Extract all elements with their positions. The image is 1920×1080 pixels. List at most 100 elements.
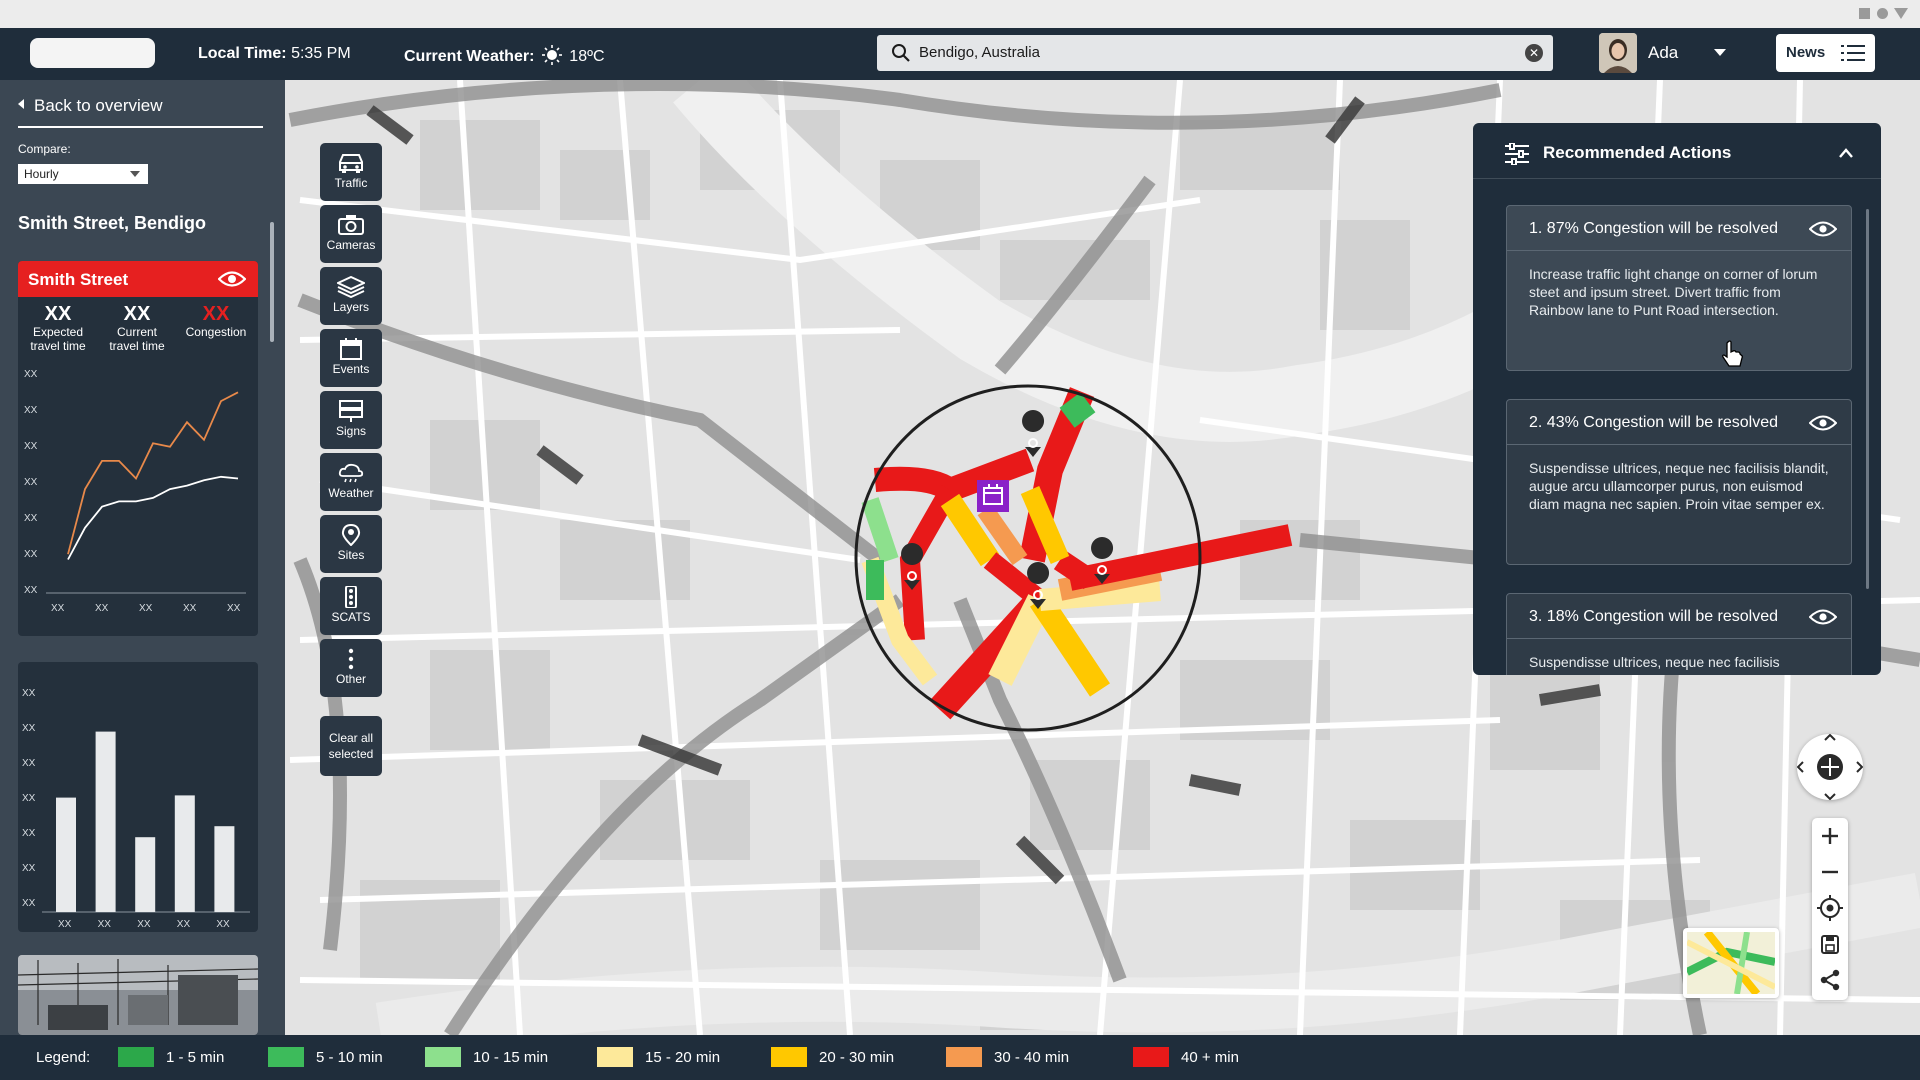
zoom-in-button[interactable] xyxy=(1812,818,1848,854)
back-label: Back to overview xyxy=(34,96,163,115)
crosshair-icon xyxy=(1817,895,1843,921)
news-button[interactable]: News xyxy=(1776,34,1875,72)
street-card-header: Smith Street xyxy=(18,261,258,297)
tool-other[interactable]: Other xyxy=(320,639,382,697)
eye-icon[interactable] xyxy=(218,270,246,288)
travel-stats: XX Expected travel time XX Current travel … xyxy=(18,297,258,367)
locate-button[interactable] xyxy=(1812,890,1848,926)
action-body: Suspendisse ultrices, neque nec facilisi… xyxy=(1529,460,1829,512)
tool-events-label: Events xyxy=(332,362,370,376)
camera-icon xyxy=(338,215,364,235)
action-item[interactable]: 3. 18% Congestion will be resolved Suspe… xyxy=(1506,593,1852,675)
car-icon xyxy=(339,154,363,173)
search-icon xyxy=(892,44,910,62)
zoom-out-button[interactable] xyxy=(1812,854,1848,890)
layers-icon xyxy=(337,276,365,298)
recommended-scrollbar[interactable] xyxy=(1866,209,1869,589)
share-button[interactable] xyxy=(1812,962,1848,998)
maximize-icon[interactable] xyxy=(1877,8,1888,19)
minimap-image xyxy=(1685,929,1777,997)
more-icon xyxy=(348,648,354,670)
tool-scats[interactable]: SCATS xyxy=(320,577,382,635)
clear-search-icon[interactable]: ✕ xyxy=(1525,44,1543,62)
y-tick-label: XX xyxy=(24,513,38,524)
legend-label: 20 - 30 min xyxy=(819,1049,895,1066)
top-bar: Local Time: 5:35 PM Current Weather: 18º… xyxy=(0,28,1920,80)
user-name[interactable]: Ada xyxy=(1648,43,1678,63)
eye-icon[interactable] xyxy=(1809,414,1837,432)
search-input[interactable]: Bendigo, Australia xyxy=(919,44,1040,61)
eye-icon[interactable] xyxy=(1809,220,1837,238)
y-tick-label: XX xyxy=(22,688,36,699)
minimize-icon[interactable] xyxy=(1859,8,1870,19)
tool-weather[interactable]: Weather xyxy=(320,453,382,511)
action-title-row: 2. 43% Congestion will be resolved xyxy=(1507,400,1851,445)
x-tick-label: XX xyxy=(227,603,241,614)
x-tick-label: XX xyxy=(95,603,109,614)
legend-label: 1 - 5 min xyxy=(166,1049,225,1066)
calendar-icon xyxy=(340,338,362,360)
weather-value: 18ºC xyxy=(569,48,605,65)
y-tick-label: XX xyxy=(22,758,36,769)
left-panel: Back to overview Compare: Hourly Smith S… xyxy=(0,80,285,1035)
avatar[interactable] xyxy=(1599,33,1637,73)
x-tick-label: XX xyxy=(137,919,151,930)
compare-select[interactable]: Hourly xyxy=(18,164,148,184)
x-tick-label: XX xyxy=(51,603,65,614)
clear-all-selected-button[interactable]: Clear all selected xyxy=(320,716,382,776)
user-menu-chevron-down-icon[interactable] xyxy=(1714,49,1726,56)
bar xyxy=(56,797,76,912)
y-tick-label: XX xyxy=(22,828,36,839)
tool-traffic[interactable]: Traffic xyxy=(320,143,382,201)
left-scrollbar[interactable] xyxy=(270,222,274,342)
legend-label: 40 + min xyxy=(1181,1049,1239,1066)
back-to-overview-link[interactable]: Back to overview xyxy=(18,96,263,128)
action-item[interactable]: 1. 87% Congestion will be resolved Incre… xyxy=(1506,205,1852,371)
map-style-thumbnail[interactable] xyxy=(1683,928,1779,998)
bar xyxy=(95,731,116,912)
location-search[interactable]: Bendigo, Australia ✕ xyxy=(877,35,1553,71)
x-tick-label: XX xyxy=(58,919,72,930)
street-summary-card: Smith Street XX Expected travel time XX C… xyxy=(18,261,258,636)
chevron-up-icon[interactable] xyxy=(1839,148,1853,158)
compare-value: Hourly xyxy=(24,167,59,181)
bar-chart-card: XX XX XX XX XX XX XX XX XX XX XX XX xyxy=(18,662,258,932)
tool-events[interactable]: Events xyxy=(320,329,382,387)
clear-all-label-2: selected xyxy=(328,747,374,761)
action-body: Suspendisse ultrices, neque nec facilisi… xyxy=(1529,654,1780,670)
news-label: News xyxy=(1786,44,1826,61)
tool-signs-label: Signs xyxy=(335,424,367,438)
x-tick-label: XX xyxy=(98,919,112,930)
chevron-down-icon xyxy=(130,171,140,177)
series-line-0 xyxy=(67,391,239,555)
map-zoom-controls xyxy=(1812,818,1848,1000)
tool-weather-label: Weather xyxy=(328,486,374,500)
bar-chart: XX XX XX XX XX XX XX XX XX XX XX XX xyxy=(22,688,250,930)
y-tick-label: XX xyxy=(24,477,38,488)
x-tick-label: XX xyxy=(139,603,153,614)
eye-icon[interactable] xyxy=(1809,608,1837,626)
tool-sites[interactable]: Sites xyxy=(320,515,382,573)
save-button[interactable] xyxy=(1812,926,1848,962)
action-title: 1. 87% Congestion will be resolved xyxy=(1529,220,1779,237)
sliders-icon xyxy=(1505,143,1529,165)
camera-thumbnail[interactable] xyxy=(18,955,258,1035)
y-tick-label: XX xyxy=(22,793,36,804)
app-logo[interactable] xyxy=(30,38,155,68)
bar xyxy=(135,837,156,912)
tool-layers[interactable]: Layers xyxy=(320,267,382,325)
pin-icon xyxy=(341,524,361,546)
legend-label: 30 - 40 min xyxy=(994,1049,1070,1066)
tool-cameras[interactable]: Cameras xyxy=(320,205,382,263)
action-item[interactable]: 2. 43% Congestion will be resolved Suspe… xyxy=(1506,399,1852,565)
plus-icon xyxy=(1822,828,1838,844)
legend-bar: Legend: 1 - 5 min 5 - 10 min 10 - 15 min… xyxy=(0,1035,1920,1080)
map-pan-control[interactable] xyxy=(1796,733,1864,801)
tool-signs[interactable]: Signs xyxy=(320,391,382,449)
recommended-header[interactable]: Recommended Actions xyxy=(1473,123,1881,179)
share-icon xyxy=(1820,969,1840,991)
bar xyxy=(174,795,195,912)
save-icon xyxy=(1821,935,1839,954)
window-menu-icon[interactable] xyxy=(1894,8,1908,19)
tool-layers-label: Layers xyxy=(332,300,370,314)
